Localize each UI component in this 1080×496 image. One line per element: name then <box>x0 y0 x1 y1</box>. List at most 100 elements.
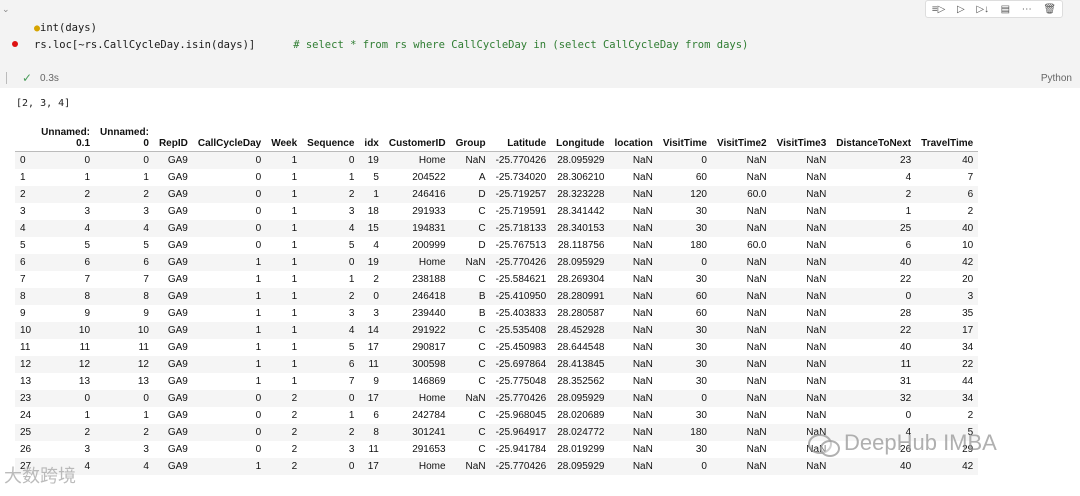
table-cell: 1 <box>143 410 149 421</box>
table-cell: Home <box>418 393 446 404</box>
success-check-icon: ✓ <box>22 71 33 85</box>
table-row: 2 2 2 GA9 0 1 2 1 246416 D -25.719257 28.323228 NaN 1… <box>15 186 979 203</box>
table-cell: NaN <box>806 206 827 217</box>
table-cell: 28.020689 <box>557 410 605 421</box>
table-cell: 1 <box>84 410 91 421</box>
table-cell: D <box>478 240 486 251</box>
delete-icon[interactable]: 🗑 <box>1043 4 1056 15</box>
table-cell: 242784 <box>412 410 446 421</box>
table-cell: 1 <box>291 325 298 336</box>
table-cell: C <box>478 274 486 285</box>
table-cell: NaN <box>806 461 827 472</box>
table-cell: NaN <box>806 325 827 336</box>
table-cell: 2 <box>291 427 298 438</box>
table-cell: GA9 <box>167 291 188 302</box>
table-cell: GA9 <box>167 444 188 455</box>
table-cell: -25.770426 <box>495 155 547 166</box>
table-cell: 3 <box>143 206 149 217</box>
column-header: Group <box>450 125 491 152</box>
table-cell: 238188 <box>412 274 446 285</box>
table-cell: 28.024772 <box>557 427 605 438</box>
table-cell: NaN <box>465 257 486 268</box>
table-cell: 30 <box>695 376 707 387</box>
row-index-cell: 3 <box>20 206 26 217</box>
table-cell: 1 <box>291 206 298 217</box>
table-cell: 2 <box>291 410 298 421</box>
table-cell: -25.410950 <box>495 291 547 302</box>
table-cell: 17 <box>367 342 379 353</box>
table-cell: 0 <box>348 393 355 404</box>
table-cell: 146869 <box>412 376 446 387</box>
table-cell: 1 <box>348 274 355 285</box>
table-cell: 0 <box>255 155 262 166</box>
table-cell: NaN <box>632 359 653 370</box>
column-header: VisitTime <box>657 125 712 152</box>
table-cell: NaN <box>632 291 653 302</box>
table-cell: 1 <box>84 172 91 183</box>
table-cell: 28.095929 <box>557 155 605 166</box>
table-cell: 22 <box>962 359 974 370</box>
table-cell: 1 <box>255 325 262 336</box>
table-cell: 246416 <box>412 189 446 200</box>
table-cell: 1 <box>255 359 262 370</box>
run-above-icon[interactable]: ▷ <box>957 4 965 15</box>
cell-language[interactable]: Python <box>1041 73 1072 84</box>
table-cell: NaN <box>746 393 767 404</box>
table-cell: 13 <box>137 376 149 387</box>
table-cell: 3 <box>84 444 91 455</box>
run-by-line-icon[interactable]: ≡▷ <box>932 4 946 15</box>
column-header: Longitude <box>551 125 610 152</box>
table-cell: 1 <box>255 342 262 353</box>
collapse-chevron-icon[interactable]: ⌄ <box>2 4 10 15</box>
table-cell: Home <box>418 257 446 268</box>
row-index-cell: 5 <box>20 240 26 251</box>
run-status-dot-icon[interactable] <box>12 41 18 47</box>
table-cell: 0 <box>255 189 262 200</box>
row-index-cell: 26 <box>20 444 32 455</box>
table-cell: GA9 <box>167 393 188 404</box>
table-cell: 4 <box>143 223 149 234</box>
run-below-icon[interactable]: ▷↓ <box>976 4 989 15</box>
table-cell: 60.0 <box>747 189 767 200</box>
column-header: CallCycleDay <box>192 125 267 152</box>
table-cell: NaN <box>806 376 827 387</box>
table-cell: NaN <box>632 376 653 387</box>
table-cell: 0 <box>143 393 149 404</box>
table-cell: NaN <box>806 223 827 234</box>
more-icon[interactable]: ⋯ <box>1022 4 1032 15</box>
code-editor[interactable]: ●int(days) rs.loc[~rs.CallCycleDay.isin(… <box>34 20 748 53</box>
wechat-icon <box>808 432 840 458</box>
row-index-cell: 1 <box>20 172 26 183</box>
table-cell: 12 <box>78 359 91 370</box>
table-cell: -25.770426 <box>495 461 547 472</box>
row-index-cell: 10 <box>20 325 32 336</box>
table-cell: 1 <box>255 274 262 285</box>
table-cell: C <box>478 206 486 217</box>
table-cell: 3 <box>348 206 355 217</box>
table-cell: NaN <box>806 308 827 319</box>
column-header: idx <box>359 125 384 152</box>
table-cell: NaN <box>632 444 653 455</box>
table-cell: -25.770426 <box>495 393 547 404</box>
table-cell: 13 <box>78 376 91 387</box>
table-row: 4 4 4 GA9 0 1 4 15 194831 C -25.718133 28.340153 NaN… <box>15 220 979 237</box>
table-cell: GA9 <box>167 427 188 438</box>
table-cell: 4 <box>143 461 149 472</box>
table-cell: NaN <box>632 461 653 472</box>
table-cell: 6 <box>373 410 379 421</box>
split-cell-icon[interactable]: ▤ <box>1001 4 1010 15</box>
watermark-text: DeepHub IMBA <box>844 430 997 455</box>
table-cell: 40 <box>900 461 912 472</box>
notebook-code-cell[interactable]: ⌄ ●int(days) rs.loc[~rs.CallCycleDay.isi… <box>0 0 1080 88</box>
table-cell: 5 <box>373 172 379 183</box>
table-cell: 0 <box>84 393 91 404</box>
dataframe-table: Unnamed: 0.1 Unnamed: 0 RepID CallCycleDay Wee… <box>15 125 979 475</box>
table-cell: 0 <box>701 393 707 404</box>
table-cell: NaN <box>746 342 767 353</box>
table-cell: GA9 <box>167 325 188 336</box>
table-cell: 1 <box>291 359 298 370</box>
table-cell: 1 <box>255 308 262 319</box>
table-cell: 3 <box>84 206 91 217</box>
table-cell: 32 <box>900 393 912 404</box>
code-line-1: int(days) <box>40 22 97 34</box>
